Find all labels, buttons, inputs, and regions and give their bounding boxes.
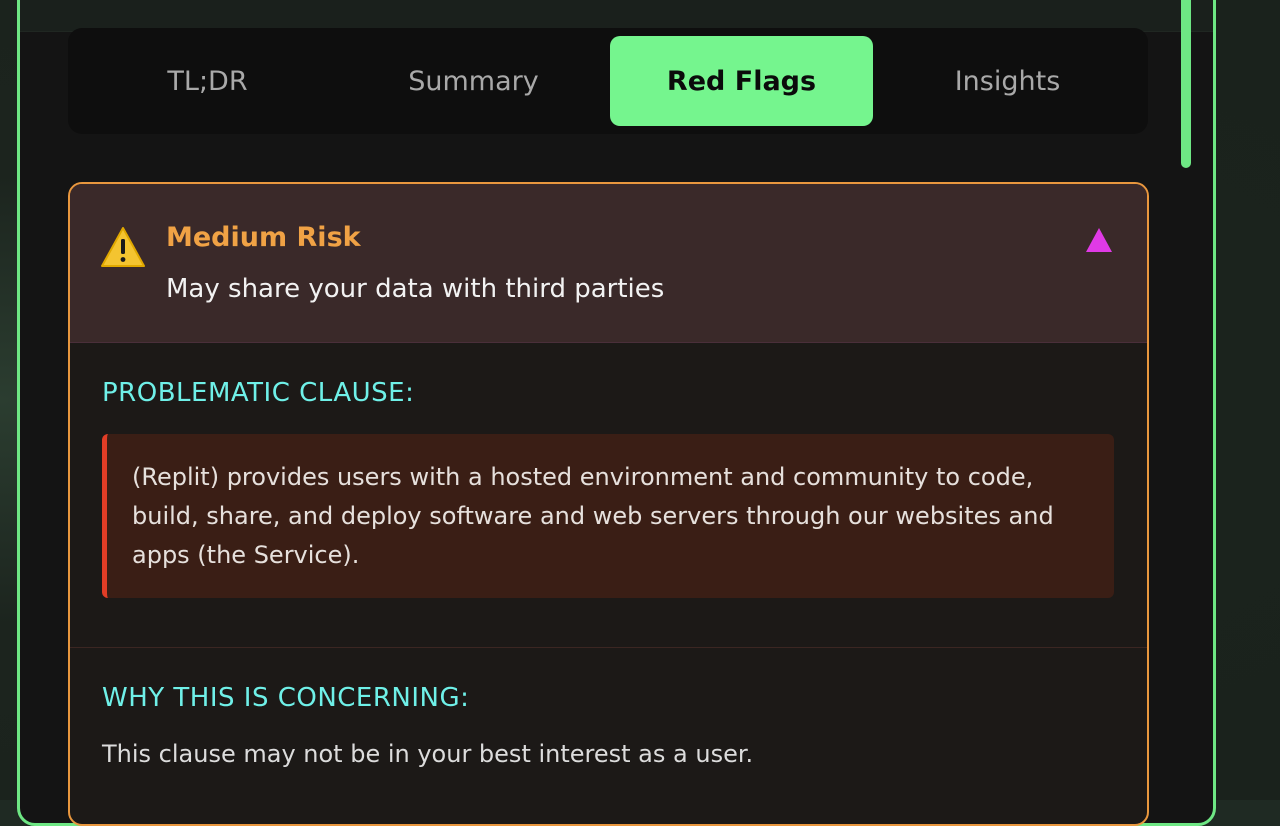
tab-bar: TL;DR Summary Red Flags Insights — [68, 28, 1148, 134]
flag-description: May share your data with third parties — [166, 274, 665, 304]
red-flag-header[interactable]: Medium Risk May share your data with thi… — [70, 184, 1147, 343]
why-concerning-heading: WHY THIS IS CONCERNING: — [102, 683, 470, 713]
red-flag-card: Medium Risk May share your data with thi… — [68, 182, 1149, 826]
section-divider — [70, 647, 1147, 648]
concern-explanation: This clause may not be in your best inte… — [102, 740, 754, 768]
tab-summary[interactable]: Summary — [342, 36, 605, 126]
risk-level: Medium Risk — [166, 222, 361, 253]
problematic-clause-heading: PROBLEMATIC CLAUSE: — [102, 378, 415, 408]
warning-icon — [101, 227, 145, 267]
tab-tldr[interactable]: TL;DR — [76, 36, 339, 126]
scrollbar-thumb[interactable] — [1181, 0, 1191, 168]
collapse-triangle-icon[interactable] — [1084, 226, 1114, 254]
tab-insights[interactable]: Insights — [876, 36, 1139, 126]
tab-red-flags[interactable]: Red Flags — [610, 36, 873, 126]
clause-quote: (Replit) provides users with a hosted en… — [102, 434, 1114, 598]
